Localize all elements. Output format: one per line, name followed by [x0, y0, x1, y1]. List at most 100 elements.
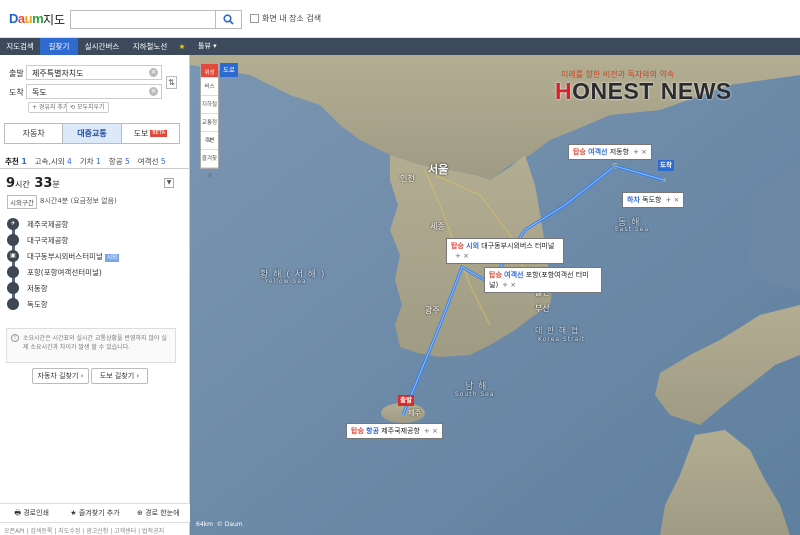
- tab-count: 1: [21, 157, 27, 166]
- search-icon: [223, 14, 234, 25]
- end-flag[interactable]: 도착: [658, 160, 674, 171]
- popup-daegu-terminal[interactable]: 탑승 시외 대구동부시외버스 터미널 + ×: [446, 238, 564, 264]
- tab-realtime-bus[interactable]: 실시간버스: [78, 38, 126, 55]
- tab-label: 추천: [5, 157, 19, 166]
- stop-dot: [7, 234, 19, 246]
- road-toggle[interactable]: 도로: [220, 63, 238, 77]
- stop-name: 대구동부시외버스터미널 시외: [27, 251, 120, 262]
- popup-close-icon[interactable]: + ×: [455, 252, 469, 260]
- tab-air[interactable]: 항공 5: [104, 152, 133, 168]
- popup-close-icon[interactable]: + ×: [424, 427, 438, 435]
- popup-name: 저동항: [609, 148, 630, 156]
- notice-text: 소요시간은 시간표와 실시간 교통상황을 반영하지 않아 실제 소요시간과 차이…: [23, 335, 167, 351]
- end-label: 도착: [9, 88, 24, 97]
- map-scale: 64km © Daum: [196, 521, 243, 528]
- total-time: 9시간 33분: [6, 176, 60, 191]
- popup-dokdo[interactable]: 하차 독도항 + ×: [622, 192, 685, 208]
- tab-ferry[interactable]: 여객선 5: [133, 152, 169, 168]
- top-bar: Daum 지도 화면 내 장소 검색: [0, 0, 800, 38]
- popup-name: 대구동부시외버스 터미널: [481, 242, 555, 250]
- map-view[interactable]: 위성 버스 지하철 교통정보 주변 즐겨찾기 도로 미래를 향한 비전과 독자와…: [190, 55, 800, 535]
- swap-icon[interactable]: ⇅: [166, 76, 177, 89]
- route-overview-button[interactable]: ⊕ 경로 한눈에: [127, 504, 190, 522]
- clear-all-button[interactable]: ⟲ 모두지우기: [66, 102, 109, 113]
- clear-end-icon[interactable]: ×: [149, 87, 158, 96]
- label-busan: 부산: [535, 304, 550, 313]
- print-route-button[interactable]: 🖶 경로인쇄: [0, 504, 63, 522]
- sidebar-actions: 🖶 경로인쇄 ★ 즐겨찾기 추가 ⊕ 경로 한눈에: [0, 503, 190, 523]
- popup-type: 시외: [466, 242, 480, 250]
- tool-favorites[interactable]: 즐겨찾기: [201, 150, 218, 180]
- print-label: 경로인쇄: [23, 509, 49, 517]
- start-value: 제주특별자치도: [32, 69, 84, 78]
- popup-action: 탑승: [351, 427, 364, 435]
- airplane-icon: ✈: [7, 218, 19, 230]
- news-brand-h: H: [555, 78, 573, 104]
- popup-name: 제주국제공항: [381, 427, 420, 435]
- popup-type: 항공: [366, 427, 380, 435]
- popup-action: 탑승: [573, 148, 586, 156]
- popup-close-icon[interactable]: + ×: [633, 148, 647, 156]
- tab-subway[interactable]: 지하철노선: [126, 38, 174, 55]
- beta-badge: BETA: [150, 130, 168, 137]
- label-south-sea-en: South Sea: [455, 391, 495, 398]
- label-jeju: 제주: [408, 409, 421, 417]
- tab-map-search[interactable]: 지도검색: [0, 38, 40, 55]
- map-layer-select[interactable]: 톨뷰 ▾: [198, 41, 217, 51]
- time-notice: ! 소요시간은 시간표와 실시간 교통상황을 반영하지 않아 실제 소요시간과 차…: [6, 328, 176, 363]
- stop-name: 대구국제공항: [27, 236, 69, 245]
- stop-dot: [7, 298, 19, 310]
- satellite-toggle[interactable]: 위성: [201, 64, 218, 78]
- service-name: 지도: [43, 13, 66, 27]
- favorite-label: 즐겨찾기 추가: [78, 509, 120, 517]
- walk-directions-button[interactable]: 도보 길찾기 ›: [91, 368, 148, 384]
- tool-traffic[interactable]: 교통정보: [201, 114, 218, 144]
- honest-news-watermark: 미래를 향한 비전과 독자와의 약속 HONEST NEWS: [555, 69, 790, 111]
- chevron-down-icon[interactable]: ▼: [164, 178, 174, 188]
- end-value: 독도: [32, 88, 47, 97]
- tab-count: 1: [96, 157, 101, 166]
- search-input[interactable]: [70, 10, 216, 29]
- end-field[interactable]: 독도 ×: [26, 84, 162, 99]
- map-header: 톨뷰 ▾: [190, 38, 800, 55]
- stop-dot: [7, 282, 19, 294]
- clear-start-icon[interactable]: ×: [149, 68, 158, 77]
- label-incheon: 인천: [400, 174, 415, 183]
- footer-links[interactable]: 오픈API | 검색등록 | 지도수정 | 광고신청 | 고객센터 | 법적공지: [4, 526, 164, 535]
- start-flag[interactable]: 출발: [398, 395, 414, 406]
- popup-pohang[interactable]: 탑승 여객선 포항(포항여객선 터미널) + ×: [484, 267, 602, 293]
- intercity-badge: 시외: [104, 254, 120, 262]
- car-directions-button[interactable]: 자동차 길찾기 ›: [32, 368, 89, 384]
- tab-directions[interactable]: 길찾기: [40, 38, 78, 55]
- scale-label: 64km: [196, 521, 213, 528]
- daum-logo[interactable]: Daum: [9, 11, 44, 26]
- area-search-checkbox[interactable]: [250, 14, 259, 23]
- tool-bus[interactable]: 버스: [201, 78, 218, 96]
- map-copyright: © Daum: [216, 521, 243, 528]
- favorites-star-icon[interactable]: ★: [174, 38, 190, 55]
- fare-tag: 시외구간: [7, 195, 37, 209]
- tab-train[interactable]: 기차 1: [75, 152, 104, 168]
- popup-close-icon[interactable]: + ×: [665, 196, 679, 204]
- popup-close-icon[interactable]: + ×: [502, 281, 516, 289]
- tab-express-intercity[interactable]: 고속,시외 4: [30, 152, 75, 168]
- label-yellow-sea-en: Yellow Sea: [265, 278, 307, 285]
- tab-count: 5: [160, 157, 166, 166]
- popup-jeodong[interactable]: 탑승 여객선 저동항 + ×: [568, 144, 652, 160]
- add-favorite-button[interactable]: ★ 즐겨찾기 추가: [63, 504, 126, 522]
- tool-subway[interactable]: 지하철: [201, 96, 218, 114]
- mode-public-transit[interactable]: 대중교통: [63, 124, 122, 143]
- tab-recommended[interactable]: 추천 1: [0, 152, 30, 168]
- mode-walk[interactable]: 도보 BETA: [122, 124, 179, 143]
- time-hours: 9: [6, 176, 16, 191]
- tool-nearby[interactable]: 주변: [201, 132, 218, 150]
- map-toolbar: 위성 버스 지하철 교통정보 주변 즐겨찾기: [200, 63, 219, 180]
- tab-label: 여객선: [137, 157, 159, 166]
- map-terrain: [190, 55, 800, 535]
- mode-car[interactable]: 자동차: [5, 124, 64, 143]
- info-icon: !: [11, 334, 19, 342]
- popup-jeju-airport[interactable]: 탑승 항공 제주국제공항 + ×: [346, 423, 443, 439]
- search-button[interactable]: [216, 10, 242, 29]
- label-korea-strait-en: Korea Strait: [538, 336, 586, 343]
- start-field[interactable]: 제주특별자치도 ×: [26, 65, 162, 80]
